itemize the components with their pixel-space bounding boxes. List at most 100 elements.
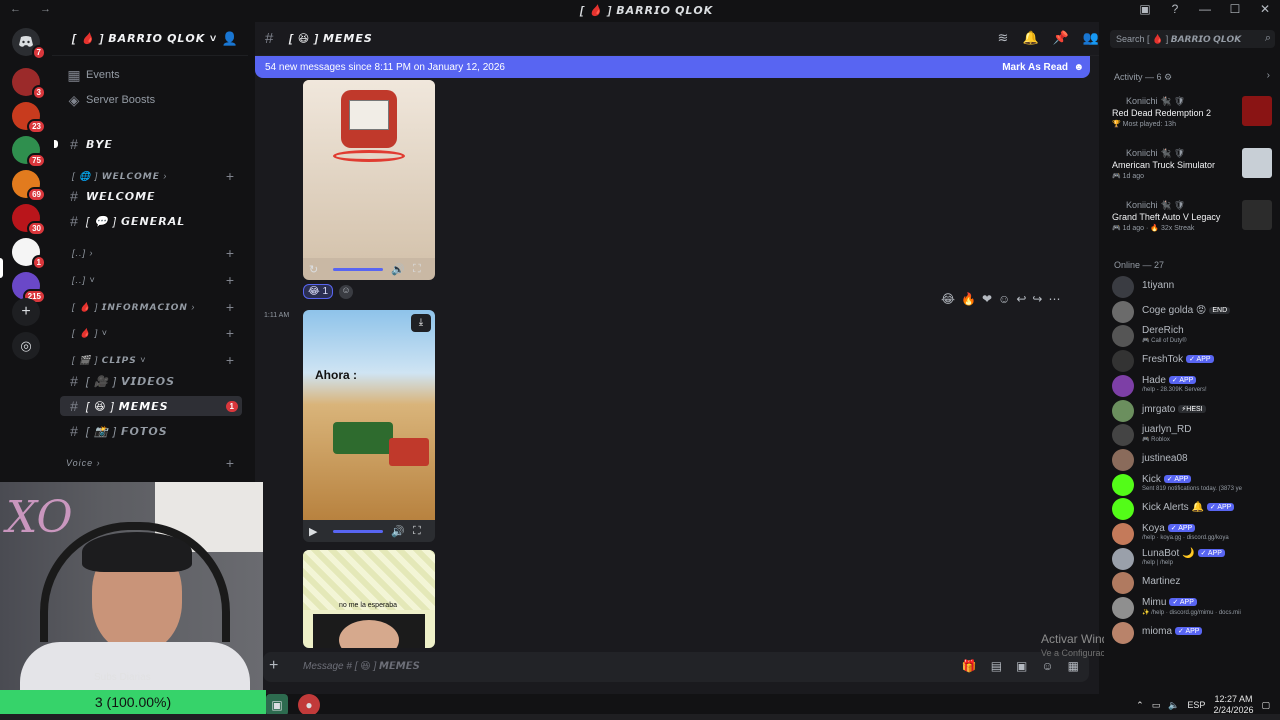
inbox-icon[interactable]: ▣ bbox=[1138, 2, 1152, 16]
channel-memes[interactable]: # [ 😆 ] 𝙈𝙀𝙈𝙀𝙎 1 bbox=[60, 396, 242, 416]
play-icon[interactable]: ▶ bbox=[309, 525, 317, 538]
category-blood[interactable]: [ 🩸 ] ˅ + bbox=[52, 323, 242, 343]
add-channel-icon[interactable]: + bbox=[226, 245, 234, 261]
attach-plus-icon[interactable]: + bbox=[269, 657, 278, 675]
channel-welcome[interactable]: # 𝙒𝙀𝙇𝘾𝙊𝙈𝙀 bbox=[52, 186, 242, 206]
category-welcome[interactable]: [ 🌐 ] 𝙒𝙀𝙇𝘾𝙊𝙈𝙀 › + bbox=[52, 166, 242, 186]
video-attachment[interactable]: ↻ 🔊 ⛶ bbox=[303, 80, 435, 280]
member-row[interactable]: 1tiyann bbox=[1112, 274, 1280, 298]
video-progress[interactable] bbox=[333, 530, 383, 533]
nav-arrows[interactable]: ← → bbox=[10, 3, 59, 15]
invite-icon[interactable]: 👤 bbox=[222, 31, 238, 47]
members-icon[interactable]: 👥 bbox=[1083, 30, 1099, 46]
member-row[interactable]: justinea08 bbox=[1112, 447, 1280, 471]
bell-icon[interactable]: 🔔 bbox=[1022, 30, 1038, 46]
add-channel-icon[interactable]: + bbox=[226, 272, 234, 288]
activity-card[interactable]: Koniichi 🐈‍⬛ 🛡 Grand Theft Auto V Legacy… bbox=[1112, 200, 1272, 246]
fullscreen-icon[interactable]: ⛶ bbox=[413, 525, 421, 538]
member-row[interactable]: Mimu ✓ APP ✨ /help · discord.gg/mimu · doc… bbox=[1112, 595, 1280, 620]
threads-icon[interactable]: ≋ bbox=[998, 30, 1009, 46]
pin-icon[interactable]: 📌 bbox=[1053, 30, 1069, 46]
activity-card[interactable]: Koniichi 🐈‍⬛ 🛡 Red Dead Redemption 2 🏆 M… bbox=[1112, 96, 1272, 142]
network-icon[interactable]: ▭ bbox=[1152, 700, 1161, 711]
laugh-reaction-icon[interactable]: 😂 bbox=[941, 292, 955, 306]
help-icon[interactable]: ? bbox=[1168, 2, 1182, 16]
more-icon[interactable]: ⋯ bbox=[1048, 292, 1060, 306]
member-row[interactable]: LunaBot 🌙 ✓ APP/help | /help bbox=[1112, 546, 1280, 570]
apps-icon[interactable]: ▦ bbox=[1068, 659, 1079, 673]
heart-reaction-icon[interactable]: ❤ bbox=[982, 292, 992, 306]
server-icon[interactable]: 75 bbox=[12, 136, 46, 168]
chevron-right-icon[interactable]: › bbox=[1267, 70, 1270, 81]
chevron-up-icon[interactable]: ⌃ bbox=[1136, 700, 1144, 711]
fire-reaction-icon[interactable]: 🔥 bbox=[961, 292, 976, 306]
reply-icon[interactable]: ↩ bbox=[1016, 292, 1026, 306]
member-row[interactable]: juarlyn_RD 🎮 Roblox bbox=[1112, 422, 1280, 447]
minimize-button[interactable]: — bbox=[1198, 2, 1212, 16]
emoji-icon[interactable]: ☺ bbox=[1041, 659, 1053, 673]
activity-card[interactable]: Koniichi 🐈‍⬛ 🛡 American Truck Simulator … bbox=[1112, 148, 1272, 194]
image-attachment[interactable]: no me la esperaba bbox=[303, 550, 435, 648]
add-channel-icon[interactable]: + bbox=[226, 325, 234, 341]
channel-fotos[interactable]: # [ 📸 ] 𝙁𝙊𝙏𝙊𝙎 bbox=[52, 421, 242, 441]
category-blank-1[interactable]: [..] › + bbox=[52, 243, 242, 263]
gif-icon[interactable]: ▤ bbox=[991, 659, 1002, 673]
add-reaction-icon[interactable]: ☺ bbox=[339, 284, 354, 299]
message-input[interactable]: Message # [ 😆 ] 𝙈𝙀𝙈𝙀𝙎 bbox=[303, 661, 420, 672]
download-icon[interactable]: ⤓ bbox=[411, 314, 431, 332]
add-channel-icon[interactable]: + bbox=[226, 455, 234, 471]
member-row[interactable]: Kick Alerts 🔔 ✓ APP bbox=[1112, 496, 1280, 521]
mark-as-read-button[interactable]: Mark As Read bbox=[1002, 62, 1068, 73]
sidebar-item-events[interactable]: ▦ Events bbox=[52, 65, 242, 85]
replay-icon[interactable]: ↻ bbox=[309, 263, 318, 276]
server-icon[interactable]: 3 bbox=[12, 68, 46, 100]
server-icon-active[interactable]: 1 bbox=[12, 238, 46, 270]
discover-icon[interactable]: ◎ bbox=[12, 332, 40, 360]
maximize-button[interactable]: ☐ bbox=[1228, 2, 1242, 16]
add-channel-icon[interactable]: + bbox=[226, 168, 234, 184]
video-progress[interactable] bbox=[333, 268, 383, 271]
member-row[interactable]: Kick ✓ APP Sent 819 notifications today. (… bbox=[1112, 472, 1280, 496]
volume-icon[interactable]: 🔈 bbox=[1168, 700, 1179, 711]
close-button[interactable]: ✕ bbox=[1258, 2, 1272, 16]
volume-icon[interactable]: 🔊 bbox=[391, 525, 405, 538]
member-row[interactable]: mioma ✓ APP bbox=[1112, 620, 1280, 644]
channel-bye[interactable]: # 𝘽𝙔𝙀 bbox=[52, 134, 242, 154]
volume-icon[interactable]: 🔊 bbox=[391, 263, 405, 276]
category-blank-2[interactable]: [..] ˅ + bbox=[52, 270, 242, 290]
member-row[interactable]: Koya ✓ APP/help · koya.gg · discord.gg/ko… bbox=[1112, 521, 1280, 545]
activity-header[interactable]: Activity — 6 ⚙ bbox=[1114, 72, 1172, 83]
add-channel-icon[interactable]: + bbox=[226, 352, 234, 368]
taskbar-app-icon[interactable]: ● bbox=[298, 694, 320, 716]
gift-icon[interactable]: 🎁 bbox=[962, 659, 977, 673]
taskbar-app-icon[interactable]: ▣ bbox=[266, 694, 288, 716]
sidebar-item-boosts[interactable]: ◈ Server Boosts bbox=[52, 90, 242, 110]
add-channel-icon[interactable]: + bbox=[226, 299, 234, 315]
channel-videos[interactable]: # [ 🎥 ] 𝙑𝙄𝘿𝙀𝙊𝙎 bbox=[52, 371, 242, 391]
new-messages-banner[interactable]: 54 new messages since 8:11 PM on January… bbox=[255, 56, 1090, 78]
server-icon[interactable]: 215 bbox=[12, 272, 46, 304]
fullscreen-icon[interactable]: ⛶ bbox=[413, 263, 421, 276]
reaction-laugh[interactable]: 😂 1 bbox=[303, 284, 334, 299]
server-icon[interactable]: 30 bbox=[12, 204, 46, 236]
add-server-icon[interactable]: + bbox=[12, 298, 40, 326]
lang-indicator[interactable]: ESP bbox=[1187, 700, 1205, 710]
category-voice[interactable]: Voice › + bbox=[52, 453, 242, 473]
guild-header[interactable]: [ 🩸 ] 𝘽𝘼𝙍𝙍𝙄𝙊 𝙌𝙇𝙊𝙆 ˅ 👤 bbox=[52, 22, 248, 56]
video-attachment[interactable]: Ahora : ⤓ ▶ 🔊 ⛶ bbox=[303, 310, 435, 542]
sticker-icon[interactable]: ▣ bbox=[1016, 659, 1027, 673]
forward-icon[interactable]: ↪ bbox=[1032, 292, 1042, 306]
member-row[interactable]: FreshTok ✓ APP bbox=[1112, 348, 1280, 373]
member-row[interactable]: DereRich 🎮 Call of Duty® bbox=[1112, 323, 1280, 348]
server-icon[interactable]: 69 bbox=[12, 170, 46, 202]
member-row[interactable]: Hade ✓ APP/help - 28.309K Servers! bbox=[1112, 373, 1280, 397]
category-clips[interactable]: [ 🎬 ] 𝘾𝙇𝙄𝙋𝙎 ˅ + bbox=[52, 350, 242, 370]
member-row[interactable]: Martinez bbox=[1112, 570, 1280, 595]
add-reaction-icon[interactable]: ☺ bbox=[998, 292, 1010, 306]
search-input[interactable]: Search [ 🩸 ] 𝘽𝘼𝙍𝙍𝙄𝙊 𝙌𝙇𝙊𝙆 ⌕ bbox=[1110, 30, 1275, 48]
member-row[interactable]: Coge golda 😡 END bbox=[1112, 299, 1280, 323]
message-composer[interactable]: + Message # [ 😆 ] 𝙈𝙀𝙈𝙀𝙎 🎁 ▤ ▣ ☺ ▦ bbox=[263, 652, 1089, 682]
discord-home-icon[interactable]: 7 bbox=[12, 28, 46, 60]
member-row[interactable]: jmrgato ⚡HESI bbox=[1112, 398, 1280, 422]
notifications-icon[interactable]: ▢ bbox=[1261, 700, 1270, 711]
